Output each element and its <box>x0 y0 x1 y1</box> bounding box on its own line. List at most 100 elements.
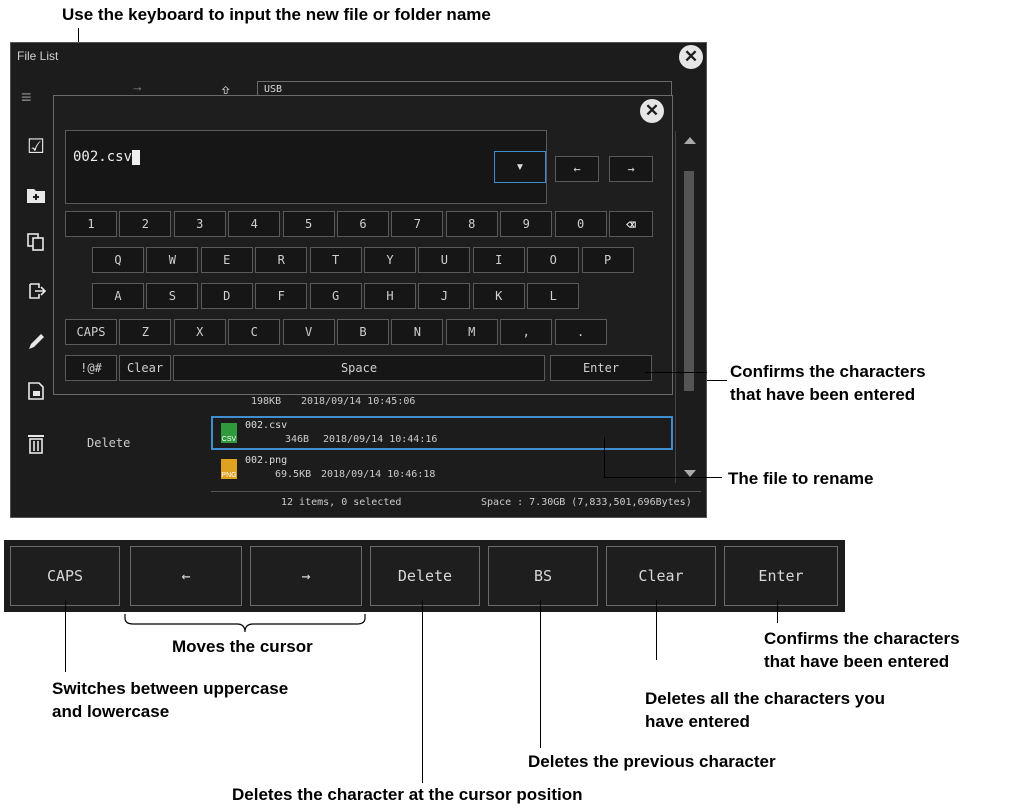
key-c[interactable]: C <box>228 319 281 345</box>
keyboard-dialog: ✕ 002.csv ▼ ← → 1234567890 ⌫ QWERTYUIOP … <box>53 95 673 395</box>
key-8[interactable]: 8 <box>445 211 498 237</box>
callout-confirms-bottom-2: that have been entered <box>764 652 950 671</box>
file-date: 2018/09/14 10:44:16 <box>323 434 438 445</box>
callout-file-to-rename: The file to rename <box>728 469 874 488</box>
callout-switches-2: and lowercase <box>52 702 170 721</box>
leader-line <box>604 477 722 478</box>
divider <box>211 491 701 492</box>
status-space: Space : 7.30GB (7,833,501,696Bytes) <box>481 497 692 508</box>
key-f[interactable]: F <box>255 283 308 309</box>
window-title: File List <box>17 49 59 63</box>
symbols-key[interactable]: !@# <box>65 355 117 381</box>
cursor-right-key[interactable]: → <box>609 156 653 182</box>
cursor-left-key[interactable]: ← <box>555 156 599 182</box>
key-e[interactable]: E <box>200 247 253 273</box>
key-d[interactable]: D <box>200 283 253 309</box>
clear-key[interactable]: Clear <box>119 355 171 381</box>
key-b[interactable]: B <box>337 319 389 345</box>
key-g[interactable]: G <box>309 283 362 309</box>
softkey-delete[interactable]: Delete <box>370 546 480 606</box>
key-5[interactable]: 5 <box>282 211 335 237</box>
copy-icon[interactable] <box>25 231 47 253</box>
leader-line <box>65 600 66 672</box>
callout-confirms-top-2: that have been entered <box>730 385 916 404</box>
history-dropdown-icon[interactable]: ▼ <box>494 151 546 183</box>
file-size: 69.5KB <box>275 469 312 480</box>
key-m[interactable]: M <box>445 319 498 345</box>
key-4[interactable]: 4 <box>228 211 281 237</box>
arrow-right-icon[interactable]: → <box>131 79 144 94</box>
softkey-caps[interactable]: CAPS <box>10 546 120 606</box>
leader-line <box>604 437 605 477</box>
sidebar-delete-label: Delete <box>87 436 131 450</box>
key-7[interactable]: 7 <box>391 211 444 237</box>
key-2[interactable]: 2 <box>119 211 172 237</box>
key-q[interactable]: Q <box>92 247 144 273</box>
key-w[interactable]: W <box>146 247 199 273</box>
key-y[interactable]: Y <box>364 247 416 273</box>
close-icon[interactable]: ✕ <box>640 99 664 123</box>
key-n[interactable]: N <box>391 319 444 345</box>
space-key[interactable]: Space <box>173 355 545 381</box>
key-r[interactable]: R <box>255 247 308 273</box>
key-z[interactable]: Z <box>119 319 172 345</box>
key-p[interactable]: P <box>581 247 634 273</box>
key-caps[interactable]: CAPS <box>65 319 117 345</box>
protect-icon[interactable] <box>25 380 47 402</box>
key-x[interactable]: X <box>173 319 226 345</box>
rename-pencil-icon[interactable] <box>25 331 47 353</box>
leader-line <box>645 372 707 373</box>
key-v[interactable]: V <box>282 319 335 345</box>
menu-icon[interactable]: ≡ <box>21 87 32 108</box>
file-date: 2018/09/14 10:46:18 <box>321 469 436 480</box>
file-size: 198KB <box>251 396 282 407</box>
file-date: 2018/09/14 10:45:06 <box>301 396 416 407</box>
softkey-bs[interactable]: BS <box>488 546 598 606</box>
key-u[interactable]: U <box>418 247 471 273</box>
move-icon[interactable] <box>25 280 47 302</box>
callout-moves-cursor: Moves the cursor <box>172 637 313 656</box>
scrollbar[interactable] <box>675 131 702 483</box>
key-3[interactable]: 3 <box>173 211 226 237</box>
scroll-thumb[interactable] <box>684 171 694 391</box>
key-h[interactable]: H <box>364 283 416 309</box>
key-a[interactable]: A <box>92 283 144 309</box>
scroll-up-icon[interactable] <box>684 137 696 144</box>
callout-deletes-all-2: have entered <box>645 712 750 731</box>
name-input[interactable]: 002.csv <box>65 130 547 204</box>
callout-input-name: Use the keyboard to input the new file o… <box>62 5 491 24</box>
key-comma[interactable]: , <box>500 319 553 345</box>
softkey-cursor-left[interactable]: ← <box>130 546 242 606</box>
csv-file-icon: CSV <box>221 423 237 443</box>
key-l[interactable]: L <box>527 283 580 309</box>
key-s[interactable]: S <box>146 283 199 309</box>
key-6[interactable]: 6 <box>337 211 389 237</box>
key-9[interactable]: 9 <box>500 211 553 237</box>
text-cursor <box>132 150 140 165</box>
softkey-cursor-right[interactable]: → <box>250 546 362 606</box>
select-check-icon[interactable]: ☑ <box>25 135 47 158</box>
enter-key[interactable]: Enter <box>550 355 652 381</box>
callout-switches-1: Switches between uppercase <box>52 679 289 698</box>
key-0[interactable]: 0 <box>554 211 607 237</box>
png-file-icon: PNG <box>221 459 237 479</box>
file-list-screen: File List ✕ ≡ → ⇪ USB ☑ Delete SET 198KB… <box>10 42 707 518</box>
trash-icon[interactable] <box>25 432 47 454</box>
close-icon[interactable]: ✕ <box>679 45 703 69</box>
file-size: 346B <box>285 434 310 445</box>
brace-bracket <box>124 614 366 633</box>
key-period[interactable]: . <box>554 319 607 345</box>
key-o[interactable]: O <box>527 247 580 273</box>
backspace-icon[interactable]: ⌫ <box>609 211 653 237</box>
status-items: 12 items, 0 selected <box>281 497 402 508</box>
softkey-clear[interactable]: Clear <box>606 546 716 606</box>
scroll-down-icon[interactable] <box>684 470 696 477</box>
key-i[interactable]: I <box>472 247 525 273</box>
key-j[interactable]: J <box>418 283 471 309</box>
key-1[interactable]: 1 <box>65 211 117 237</box>
callout-confirms-top-1: Confirms the characters <box>730 362 926 381</box>
softkey-enter[interactable]: Enter <box>724 546 838 606</box>
key-t[interactable]: T <box>309 247 362 273</box>
new-folder-icon[interactable] <box>25 184 47 206</box>
key-k[interactable]: K <box>472 283 525 309</box>
